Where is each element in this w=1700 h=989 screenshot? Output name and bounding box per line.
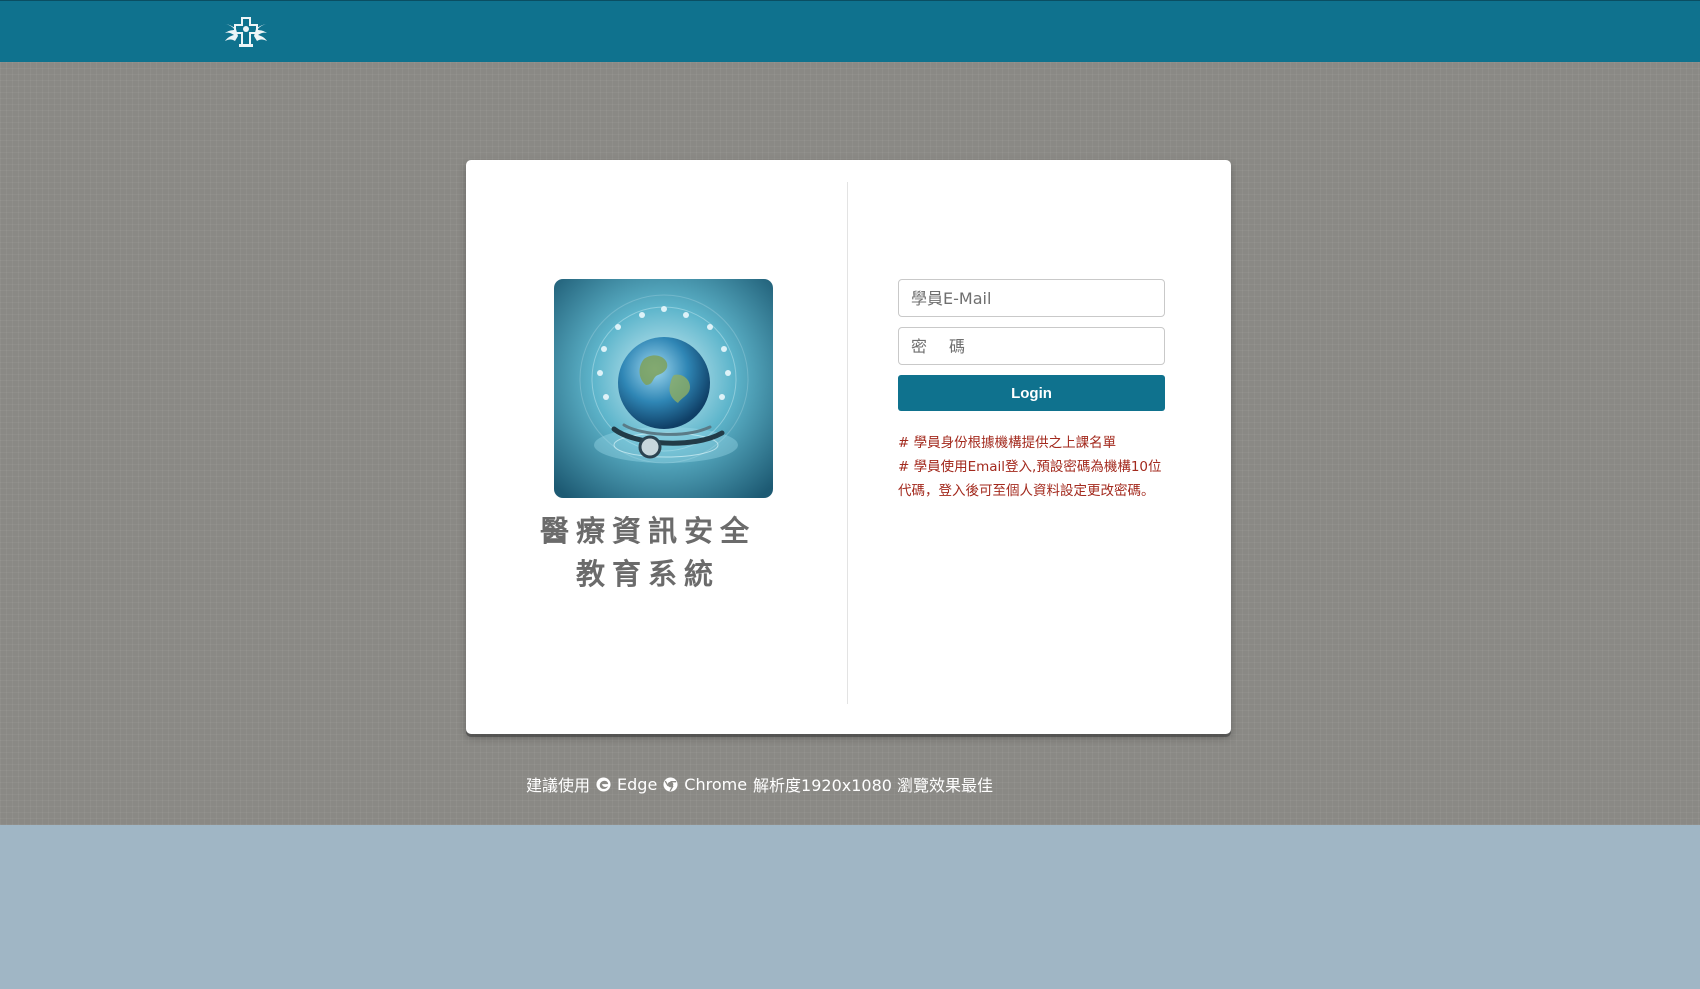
email-input[interactable] <box>898 279 1165 317</box>
browser-edge-label: Edge <box>617 774 658 794</box>
edge-icon <box>596 776 611 792</box>
lower-background-band <box>0 825 1700 989</box>
browser-note-prefix: 建議使用 <box>526 776 591 795</box>
chrome-icon <box>663 776 678 792</box>
login-stage: 醫療資訊安全 教育系統 Login # 學員身份根據機構提供之上課名單 # 學員… <box>0 62 1700 825</box>
system-title-line1: 醫療資訊安全 <box>539 514 756 548</box>
top-navigation-bar <box>0 0 1700 63</box>
login-button[interactable]: Login <box>898 375 1165 411</box>
login-card: 醫療資訊安全 教育系統 Login # 學員身份根據機構提供之上課名單 # 學員… <box>466 160 1231 734</box>
note-line-default-password: # 學員使用Email登入,預設密碼為機構10位代碼，登入後可至個人資料設定更改… <box>898 459 1162 499</box>
browser-chrome-label: Chrome <box>684 774 748 794</box>
system-title-line2: 教育系統 <box>575 557 720 591</box>
login-notes: # 學員身份根據機構提供之上課名單 # 學員使用Email登入,預設密碼為機構1… <box>898 431 1170 503</box>
winged-cross-emblem-icon[interactable] <box>221 14 271 50</box>
password-input[interactable] <box>898 327 1165 365</box>
browser-recommendation: 建議使用 Edge Chrome 解析度1920x1080 瀏覽效果最佳 <box>526 772 993 796</box>
system-title: 醫療資訊安全 教育系統 <box>506 510 790 596</box>
globe-stethoscope-illustration-icon <box>554 279 773 498</box>
note-line-roster: # 學員身份根據機構提供之上課名單 <box>898 435 1117 451</box>
browser-note-suffix: 解析度1920x1080 瀏覽效果最佳 <box>753 776 994 795</box>
card-divider <box>847 182 848 704</box>
